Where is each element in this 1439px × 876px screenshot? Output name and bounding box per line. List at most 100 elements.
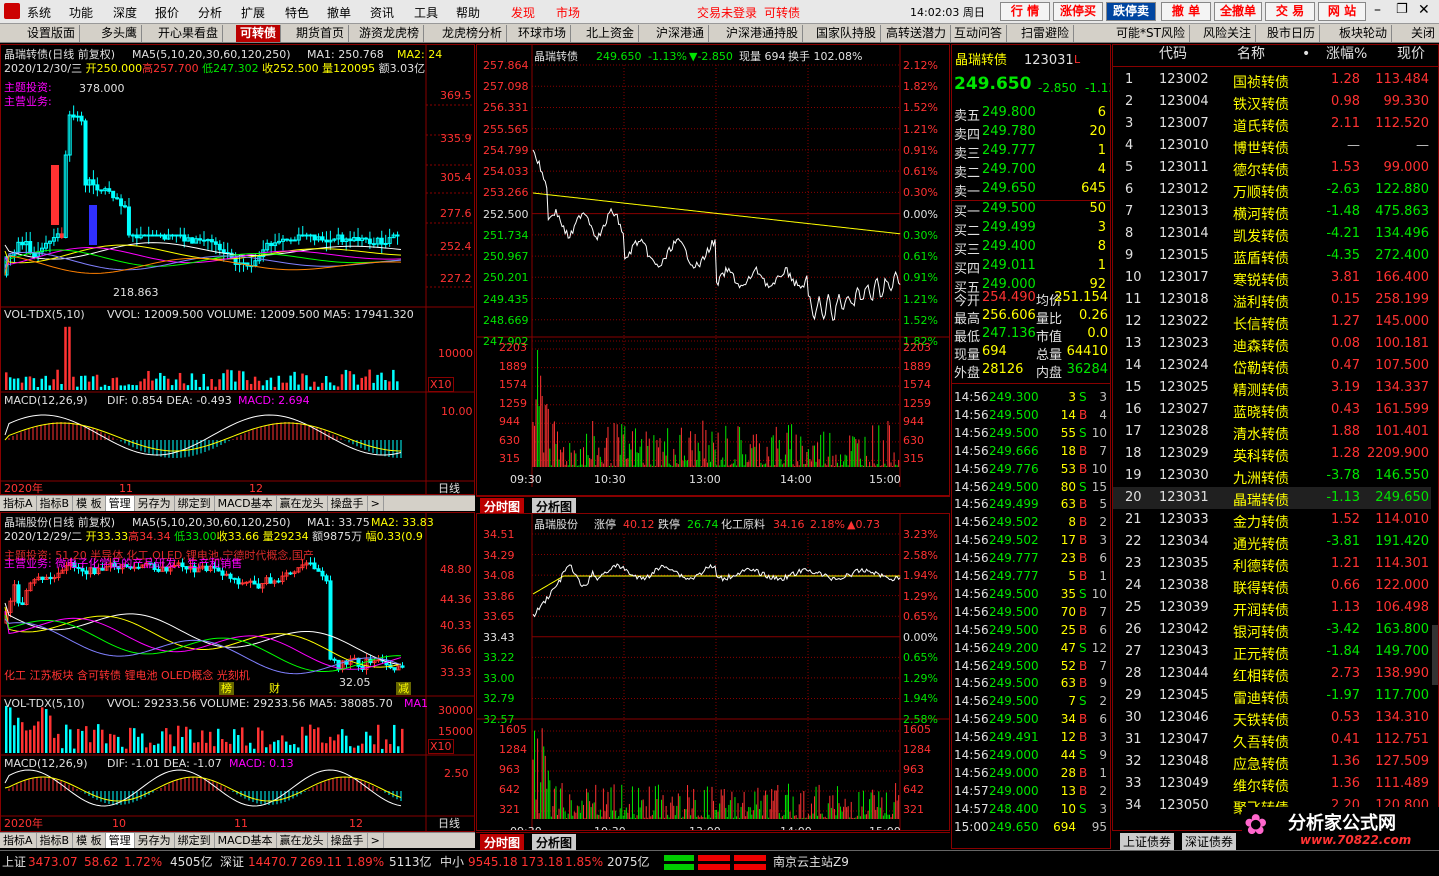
tab-19[interactable]: 关闭	[1407, 25, 1439, 42]
indicator-button-7[interactable]: 赢在龙头	[277, 496, 328, 511]
table-row[interactable]: 26 123042 银河转债 -3.42 163.800	[1113, 619, 1431, 641]
table-row[interactable]: 2 123004 铁汉转债 0.98 99.330	[1113, 91, 1431, 113]
indicator-button-8[interactable]: 操盘手	[328, 833, 368, 848]
menu-bond[interactable]: 可转债	[764, 4, 800, 21]
indicator-button-5[interactable]: 绑定到	[175, 496, 215, 511]
restore-icon[interactable]: ❐	[1396, 2, 1408, 17]
table-row[interactable]: 23 123035 利德转债 1.21 114.301	[1113, 553, 1431, 575]
bond-list-panel[interactable]: 代码 名称 • 涨幅% 现价 1 123002 国祯转债 1.28 113.484 2 12…	[1112, 44, 1439, 831]
table-row[interactable]: 18 123029 英科转债 1.28 2209.900	[1113, 443, 1431, 465]
tab-2[interactable]: 开心果看盘	[154, 25, 224, 42]
tab-15[interactable]: 可能*ST风险	[1112, 25, 1190, 42]
tab-14[interactable]: 扫雷避险	[1017, 25, 1075, 42]
sh-name[interactable]: 上证	[2, 856, 26, 869]
menu-9[interactable]: 工具	[414, 4, 438, 21]
table-row[interactable]: 9 123015 蓝盾转债 -4.35 272.400	[1113, 245, 1431, 267]
table-row[interactable]: 27 123043 正元转债 -1.84 149.700	[1113, 641, 1431, 663]
indicator-button-6[interactable]: MACD基本	[215, 833, 277, 848]
tab-sz-bond[interactable]: 深证债券	[1182, 833, 1237, 850]
indicator-button-8[interactable]: 操盘手	[328, 496, 368, 511]
table-row[interactable]: 11 123018 溢利转债 0.15 258.199	[1113, 289, 1431, 311]
trade-button-2[interactable]: 跌停卖	[1106, 2, 1156, 21]
tab-8[interactable]: 北上资金	[582, 25, 640, 42]
menu-5[interactable]: 扩展	[241, 4, 265, 21]
tab-analysis[interactable]: 分析图	[532, 834, 577, 851]
list-scrollbar[interactable]	[1432, 625, 1438, 685]
tab-4[interactable]: 期货首页	[292, 25, 350, 42]
tab-7[interactable]: 环球市场	[514, 25, 572, 42]
menu-2[interactable]: 深度	[113, 4, 137, 21]
table-row[interactable]: 16 123027 蓝晓转债 0.43 161.599	[1113, 399, 1431, 421]
header-code[interactable]: 代码	[1159, 47, 1187, 61]
menu-hot-1[interactable]: 市场	[556, 4, 580, 21]
top-intraday-panel[interactable]: 晶瑞转债 249.650 -1.13% ▼-2.850 现量 694 换手 10…	[476, 44, 950, 496]
book-price-8[interactable]: 249.011	[982, 258, 1036, 273]
table-row[interactable]: 33 123049 维尔转债 1.36 111.489	[1113, 773, 1431, 795]
trade-button-0[interactable]: 行 情	[1000, 2, 1050, 21]
tab-13[interactable]: 互动问答	[950, 25, 1008, 42]
quote-panel[interactable]: 晶瑞转债 123031 L 249.650 -2.850 -1.13 卖五249…	[951, 44, 1111, 849]
table-row[interactable]: 12 123022 长信转债 1.27 145.000	[1113, 311, 1431, 333]
indicator-button-6[interactable]: MACD基本	[215, 496, 277, 511]
period-label[interactable]: 日线	[438, 817, 460, 830]
indicator-button-2[interactable]: 模 板	[73, 833, 106, 848]
tab-11[interactable]: 国家队持股	[812, 25, 882, 42]
table-row[interactable]: 13 123023 迪森转债 0.08 100.181	[1113, 333, 1431, 355]
table-row[interactable]: 31 123047 久吾转债 0.41 112.751	[1113, 729, 1431, 751]
menu-1[interactable]: 功能	[69, 4, 93, 21]
server-name[interactable]: 南京云主站Z9	[773, 856, 849, 869]
table-row[interactable]: 15 123025 精测转债 3.19 134.337	[1113, 377, 1431, 399]
header-pct[interactable]: 涨幅%	[1326, 47, 1367, 61]
indicator-button-7[interactable]: 赢在龙头	[277, 833, 328, 848]
tab-6[interactable]: 龙虎榜分析	[438, 25, 508, 42]
trade-button-1[interactable]: 涨停买	[1053, 2, 1103, 21]
indicator-button-3[interactable]: 管理	[105, 833, 135, 848]
tab-16[interactable]: 风险关注	[1199, 25, 1257, 42]
tab-17[interactable]: 股市日历	[1263, 25, 1321, 42]
indicator-button-9[interactable]: >	[368, 496, 384, 511]
trade-button-4[interactable]: 全撤单	[1214, 2, 1262, 21]
indicator-button-4[interactable]: 另存为	[135, 496, 175, 511]
book-price-4[interactable]: 249.650	[982, 181, 1036, 196]
indicator-button-5[interactable]: 绑定到	[175, 833, 215, 848]
table-row[interactable]: 10 123017 寒锐转债 3.81 166.400	[1113, 267, 1431, 289]
indicator-button-1[interactable]: 指标B	[37, 833, 74, 848]
tab-1[interactable]: 多头鹰	[97, 25, 143, 42]
period-label[interactable]: 日线	[438, 482, 460, 494]
trade-button-6[interactable]: 网 站	[1318, 2, 1366, 21]
book-price-0[interactable]: 249.800	[982, 105, 1036, 120]
top-kline-panel[interactable]: 晶瑞转债(日线 前复权) MA5(5,10,20,30,60,120,250) …	[0, 44, 475, 495]
table-row[interactable]: 20 123031 晶瑞转债 -1.13 249.650	[1113, 487, 1431, 509]
tab-intraday[interactable]: 分时图	[480, 834, 525, 851]
table-row[interactable]: 24 123038 联得转债 0.66 122.000	[1113, 575, 1431, 597]
zx-name[interactable]: 中小	[440, 856, 464, 869]
book-price-7[interactable]: 249.400	[982, 239, 1036, 254]
tab-sh-bond[interactable]: 上证债券	[1120, 833, 1175, 850]
table-row[interactable]: 3 123007 道氏转债 2.11 112.520	[1113, 113, 1431, 135]
indicator-button-2[interactable]: 模 板	[73, 496, 106, 511]
table-row[interactable]: 19 123030 九洲转债 -3.78 146.550	[1113, 465, 1431, 487]
menu-hot-0[interactable]: 发现	[511, 4, 535, 21]
tab-10[interactable]: 沪深港通持股	[722, 25, 804, 42]
tab-0[interactable]: 设置版面	[23, 25, 81, 42]
table-row[interactable]: 17 123028 清水转债 1.88 101.401	[1113, 421, 1431, 443]
book-price-3[interactable]: 249.700	[982, 162, 1036, 177]
menu-10[interactable]: 帮助	[456, 4, 480, 21]
tab-9[interactable]: 沪深港通	[652, 25, 710, 42]
minimize-icon[interactable]: –	[1374, 2, 1381, 18]
table-row[interactable]: 4 123010 博世转债 — —	[1113, 135, 1431, 157]
book-price-6[interactable]: 249.499	[982, 220, 1036, 235]
indicator-button-0[interactable]: 指标A	[0, 496, 37, 511]
table-row[interactable]: 32 123048 应急转债 1.36 127.509	[1113, 751, 1431, 773]
table-row[interactable]: 8 123014 凯发转债 -4.21 134.496	[1113, 223, 1431, 245]
tab-18[interactable]: 板块轮动	[1335, 25, 1393, 42]
bottom-kline-panel[interactable]: 晶瑞股份(日线 前复权) MA5(5,10,20,30,60,120,250) …	[0, 512, 475, 832]
close-icon[interactable]: ✕	[1418, 2, 1430, 18]
book-price-5[interactable]: 249.500	[982, 201, 1036, 216]
table-row[interactable]: 7 123013 横河转债 -1.48 475.863	[1113, 201, 1431, 223]
trade-button-5[interactable]: 交 易	[1265, 2, 1315, 21]
menu-6[interactable]: 特色	[285, 4, 309, 21]
table-row[interactable]: 29 123045 雷迪转债 -1.97 117.700	[1113, 685, 1431, 707]
table-row[interactable]: 21 123033 金力转债 1.52 114.010	[1113, 509, 1431, 531]
book-price-1[interactable]: 249.780	[982, 124, 1036, 139]
